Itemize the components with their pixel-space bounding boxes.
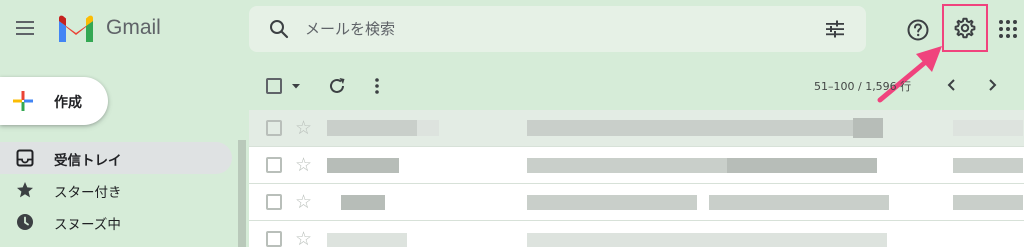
table-row[interactable]: ☆ <box>249 184 1024 220</box>
sidebar-item-snoozed[interactable]: スヌーズ中 <box>0 206 232 238</box>
main-menu-button[interactable] <box>8 10 44 46</box>
chevron-down-icon[interactable] <box>290 80 302 92</box>
blurred-sender <box>417 120 439 136</box>
inbox-icon <box>16 149 34 167</box>
annotation-arrow-icon <box>877 46 942 103</box>
hamburger-icon <box>16 21 34 35</box>
refresh-icon[interactable] <box>326 75 348 97</box>
search-input[interactable] <box>305 16 785 42</box>
gear-icon[interactable] <box>953 16 977 40</box>
message-list: ☆ ☆ ☆ ☆ <box>249 110 1024 247</box>
compose-plus-icon <box>13 91 33 111</box>
clock-icon <box>17 214 33 230</box>
row-checkbox[interactable] <box>266 231 282 247</box>
star-outline-icon[interactable]: ☆ <box>295 192 315 212</box>
gmail-logo-icon[interactable] <box>56 14 96 44</box>
pagination-text: 51–100 / 1,596 行 <box>814 80 912 93</box>
sidebar-item-label: 受信トレイ <box>54 153 122 169</box>
blurred-sender <box>327 233 407 247</box>
blurred-subject <box>853 118 883 138</box>
sidebar-item-starred[interactable]: スター付き <box>0 174 232 206</box>
compose-label: 作成 <box>54 95 82 111</box>
table-row[interactable]: ☆ <box>249 110 1024 146</box>
search-icon[interactable] <box>267 17 291 41</box>
star-outline-icon[interactable]: ☆ <box>295 229 315 247</box>
sidebar-scrollbar[interactable] <box>238 140 246 247</box>
sidebar-item-label: スター付き <box>54 185 122 201</box>
blurred-subject <box>527 195 697 210</box>
compose-button[interactable]: 作成 <box>0 77 108 125</box>
blurred-sender <box>327 120 417 136</box>
more-vert-icon[interactable] <box>366 75 388 97</box>
sidebar-item-label: スヌーズ中 <box>54 217 121 233</box>
star-outline-icon[interactable]: ☆ <box>295 155 315 175</box>
chevron-left-icon[interactable] <box>942 75 962 95</box>
star-outline-icon[interactable]: ☆ <box>295 118 315 138</box>
blurred-subject <box>527 158 727 173</box>
blurred-subject <box>527 233 887 247</box>
row-checkbox[interactable] <box>266 157 282 173</box>
star-icon <box>17 182 33 198</box>
gmail-brand-text: Gmail <box>106 16 161 39</box>
sidebar-item-inbox[interactable]: 受信トレイ <box>0 142 232 174</box>
table-row[interactable]: ☆ <box>249 147 1024 183</box>
apps-grid-icon[interactable] <box>997 18 1019 40</box>
table-row[interactable]: ☆ <box>249 221 1024 247</box>
row-checkbox[interactable] <box>266 120 282 136</box>
row-checkbox[interactable] <box>266 194 282 210</box>
select-all-checkbox[interactable] <box>266 78 282 94</box>
search-options-icon[interactable] <box>823 17 847 41</box>
blurred-sender <box>327 158 399 173</box>
blurred-date <box>953 120 1023 136</box>
blurred-subject <box>727 158 877 173</box>
blurred-subject <box>709 195 889 210</box>
chevron-right-icon[interactable] <box>982 75 1002 95</box>
blurred-subject <box>527 120 857 136</box>
search-bar[interactable] <box>249 6 866 52</box>
blurred-date <box>953 195 1023 210</box>
blurred-sender <box>341 195 385 210</box>
blurred-date <box>953 158 1023 173</box>
